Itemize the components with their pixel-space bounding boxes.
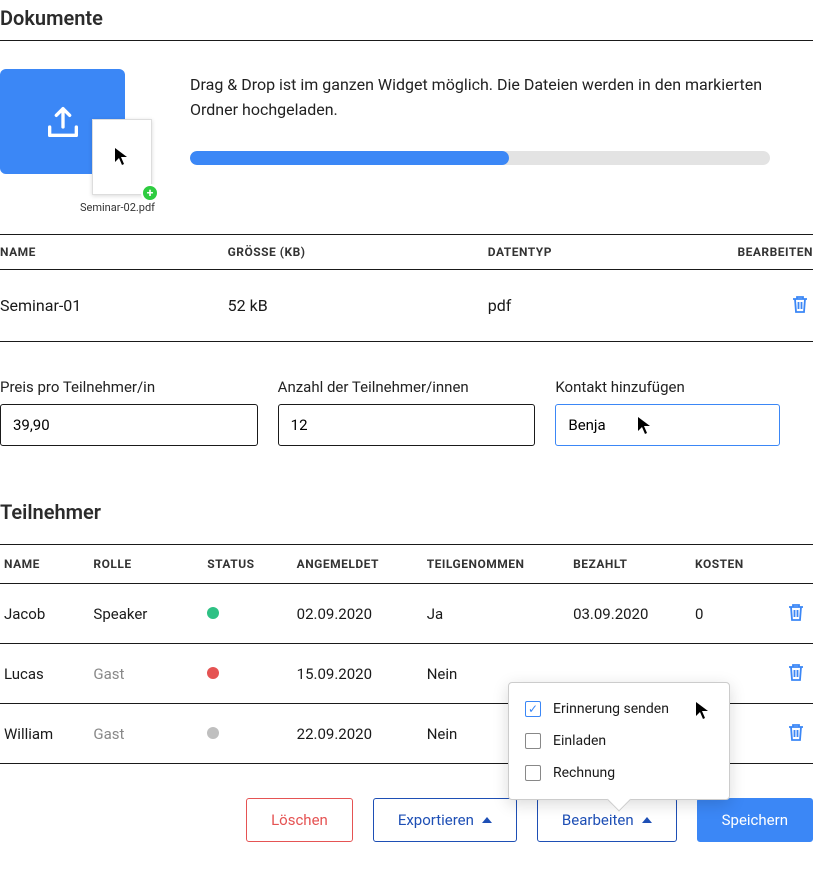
delete-row-button[interactable] <box>783 658 809 689</box>
menu-item-reminder[interactable]: ✓ Erinnerung senden <box>509 693 729 725</box>
cell-role: Gast <box>89 704 203 764</box>
cell-status <box>203 704 292 764</box>
cell-registered: 22.09.2020 <box>293 704 423 764</box>
checkbox-icon <box>525 733 541 749</box>
price-input[interactable] <box>0 404 258 446</box>
edit-context-menu: ✓ Erinnerung senden Einladen Rechnung <box>508 682 730 800</box>
table-row: JacobSpeaker 02.09.2020Ja03.09.20200 <box>0 584 813 644</box>
cell-status <box>203 644 292 704</box>
price-label: Preis pro Teilnehmer/in <box>0 378 258 396</box>
doc-size: 52 kB <box>228 270 488 342</box>
col-edit: BEARBEITEN <box>715 235 813 270</box>
status-dot-icon <box>207 607 219 619</box>
delete-document-button[interactable] <box>787 290 813 321</box>
upload-icon <box>43 102 83 142</box>
save-button[interactable]: Speichern <box>697 798 813 842</box>
save-label: Speichern <box>722 811 788 829</box>
cursor-icon <box>114 147 130 167</box>
count-label: Anzahl der Teilnehmer/innen <box>278 378 536 396</box>
chevron-up-icon <box>642 817 652 823</box>
menu-item-invite[interactable]: Einladen <box>509 725 729 757</box>
plus-icon: + <box>141 184 159 202</box>
menu-label: Erinnerung senden <box>553 701 669 717</box>
status-dot-icon <box>207 727 219 739</box>
menu-label: Einladen <box>553 733 606 749</box>
trash-icon <box>791 294 809 314</box>
export-label: Exportieren <box>398 811 474 829</box>
col-paid: BEZAHLT <box>569 545 691 584</box>
count-input[interactable] <box>278 404 536 446</box>
documents-table: NAME GRÖSSE (KB) DATENTYP BEARBEITEN Sem… <box>0 234 813 342</box>
delete-row-button[interactable] <box>783 598 809 629</box>
contact-label: Kontakt hinzufügen <box>555 378 813 396</box>
trash-icon <box>787 662 805 682</box>
documents-title: Dokumente <box>0 0 813 40</box>
menu-item-invoice[interactable]: Rechnung <box>509 757 729 789</box>
col-attended: TEILGENOMMEN <box>423 545 569 584</box>
upload-hint-text: Drag & Drop ist im ganzen Widget möglich… <box>190 73 813 123</box>
col-type: DATENTYP <box>488 235 716 270</box>
cell-registered: 15.09.2020 <box>293 644 423 704</box>
contact-input[interactable] <box>555 404 780 446</box>
checkbox-checked-icon: ✓ <box>525 701 541 717</box>
cell-cost: 0 <box>691 584 772 644</box>
contact-field: Kontakt hinzufügen <box>555 378 813 446</box>
cell-paid: 03.09.2020 <box>569 584 691 644</box>
cell-registered: 02.09.2020 <box>293 584 423 644</box>
col-registered: ANGEMELDET <box>293 545 423 584</box>
cell-name: Lucas <box>0 644 89 704</box>
export-button[interactable]: Exportieren <box>373 798 517 842</box>
trash-icon <box>787 722 805 742</box>
chevron-up-icon <box>482 817 492 823</box>
fields-row: Preis pro Teilnehmer/in Anzahl der Teiln… <box>0 378 813 446</box>
upload-row: + Seminar-02.pdf Drag & Drop ist im ganz… <box>0 41 813 194</box>
cell-role: Gast <box>89 644 203 704</box>
cell-attended: Ja <box>423 584 569 644</box>
table-row: Seminar-01 52 kB pdf <box>0 270 813 342</box>
col-cost: KOSTEN <box>691 545 772 584</box>
trash-icon <box>787 602 805 622</box>
upload-progress-fill <box>190 151 509 165</box>
delete-button[interactable]: Löschen <box>246 798 353 842</box>
checkbox-icon <box>525 765 541 781</box>
menu-label: Rechnung <box>553 765 615 781</box>
cell-name: Jacob <box>0 584 89 644</box>
upload-progress-bar <box>190 151 770 165</box>
col-name: NAME <box>0 545 89 584</box>
cell-status <box>203 584 292 644</box>
edit-button[interactable]: Bearbeiten <box>537 798 677 842</box>
col-size: GRÖSSE (KB) <box>228 235 488 270</box>
file-thumbnail[interactable]: + <box>92 119 152 195</box>
cell-role: Speaker <box>89 584 203 644</box>
count-field: Anzahl der Teilnehmer/innen <box>278 378 536 446</box>
upload-drop-zone[interactable]: + Seminar-02.pdf <box>0 69 160 174</box>
doc-name: Seminar-01 <box>0 270 228 342</box>
price-field: Preis pro Teilnehmer/in <box>0 378 258 446</box>
col-name: NAME <box>0 235 228 270</box>
participants-title: Teilnehmer <box>0 494 813 534</box>
doc-type: pdf <box>488 270 716 342</box>
cursor-icon <box>695 701 711 721</box>
cell-name: William <box>0 704 89 764</box>
col-status: STATUS <box>203 545 292 584</box>
col-role: ROLLE <box>89 545 203 584</box>
delete-row-button[interactable] <box>783 718 809 749</box>
edit-label: Bearbeiten <box>562 811 634 829</box>
delete-label: Löschen <box>271 811 328 829</box>
status-dot-icon <box>207 667 219 679</box>
uploading-file-name: Seminar-02.pdf <box>80 201 155 214</box>
